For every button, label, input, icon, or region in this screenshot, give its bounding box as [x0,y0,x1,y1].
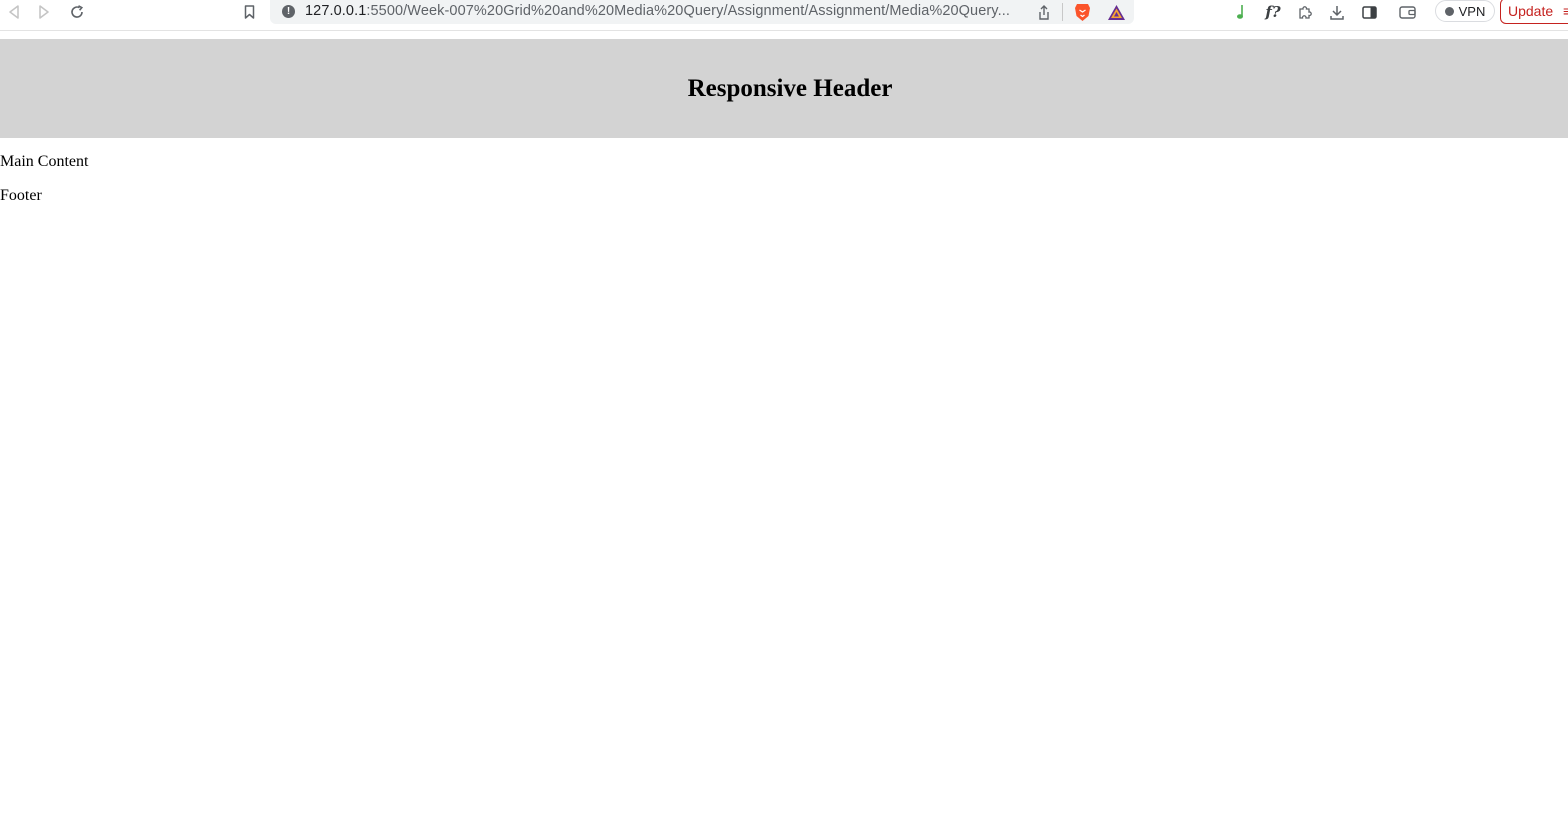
download-icon[interactable] [1328,2,1346,22]
bookmark-icon[interactable] [241,2,257,22]
browser-toolbar: ! 127.0.0.1:5500/Week-007%20Grid%20and%2… [0,0,1568,31]
sidebar-icon[interactable] [1360,2,1378,22]
forward-arrow-icon[interactable] [36,2,52,22]
reload-icon[interactable] [68,2,86,22]
brave-rewards-triangle-icon[interactable] [1106,2,1126,22]
page-header-title: Responsive Header [687,74,893,102]
page-header: Responsive Header [0,39,1568,138]
address-divider [1062,3,1063,21]
info-icon[interactable]: ! [282,5,295,18]
address-host: 127.0.0.1 [305,3,367,19]
vpn-button[interactable]: VPN [1435,0,1495,22]
music-note-icon[interactable] [1232,2,1248,22]
address-path: :5500/Week-007%20Grid%20and%20Media%20Qu… [366,3,1010,19]
brave-lion-icon[interactable] [1072,2,1092,22]
hamburger-menu-icon[interactable]: ≡ [1563,3,1568,19]
main-content: Main Content [0,153,89,170]
formula-icon[interactable]: f? [1262,2,1284,22]
address-bar[interactable]: ! 127.0.0.1:5500/Week-007%20Grid%20and%2… [270,0,1134,24]
back-arrow-icon[interactable] [6,2,22,22]
page-footer: Footer [0,187,42,204]
puzzle-piece-icon[interactable] [1296,2,1314,22]
wallet-icon[interactable] [1397,2,1417,22]
address-url[interactable]: 127.0.0.1:5500/Week-007%20Grid%20and%20M… [305,3,1010,19]
update-label: Update [1508,3,1554,19]
vpn-label: VPN [1458,3,1486,19]
share-icon[interactable] [1036,2,1052,22]
vpn-status-icon [1444,6,1454,16]
update-button[interactable]: Update ≡ [1500,0,1568,24]
